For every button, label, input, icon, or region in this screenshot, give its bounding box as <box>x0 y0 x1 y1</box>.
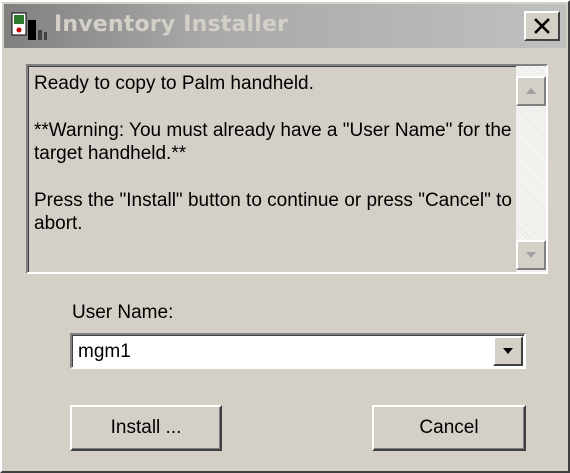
message-line-instructions: Press the "Install" button to continue o… <box>34 190 512 234</box>
scroll-up-button[interactable] <box>516 76 546 106</box>
install-button[interactable]: Install ... <box>70 405 222 451</box>
message-line-ready: Ready to copy to Palm handheld. <box>34 73 314 94</box>
message-line-warning: **Warning: You must already have a "User… <box>34 120 512 164</box>
title-bar[interactable]: Inventory Installer <box>4 4 566 48</box>
window-title: Inventory Installer <box>54 12 289 37</box>
app-icon <box>11 12 47 40</box>
dropdown-arrow-icon <box>503 348 513 354</box>
user-name-value[interactable]: mgm1 <box>78 341 131 363</box>
message-box[interactable]: Ready to copy to Palm handheld. **Warnin… <box>26 64 548 274</box>
user-name-dropdown-button[interactable] <box>493 336 523 366</box>
cancel-button[interactable]: Cancel <box>372 405 526 451</box>
close-icon <box>534 18 550 34</box>
user-name-combobox[interactable]: mgm1 <box>70 333 526 369</box>
vertical-scrollbar[interactable] <box>516 66 546 272</box>
scroll-down-button[interactable] <box>516 240 546 270</box>
close-button[interactable] <box>524 11 560 41</box>
user-name-label: User Name: <box>72 302 174 323</box>
installer-window: Inventory Installer Ready to copy to Pal… <box>0 0 570 473</box>
scroll-up-arrow-icon <box>526 88 536 94</box>
message-text: Ready to copy to Palm handheld. **Warnin… <box>34 72 520 259</box>
scroll-down-arrow-icon <box>526 252 536 258</box>
